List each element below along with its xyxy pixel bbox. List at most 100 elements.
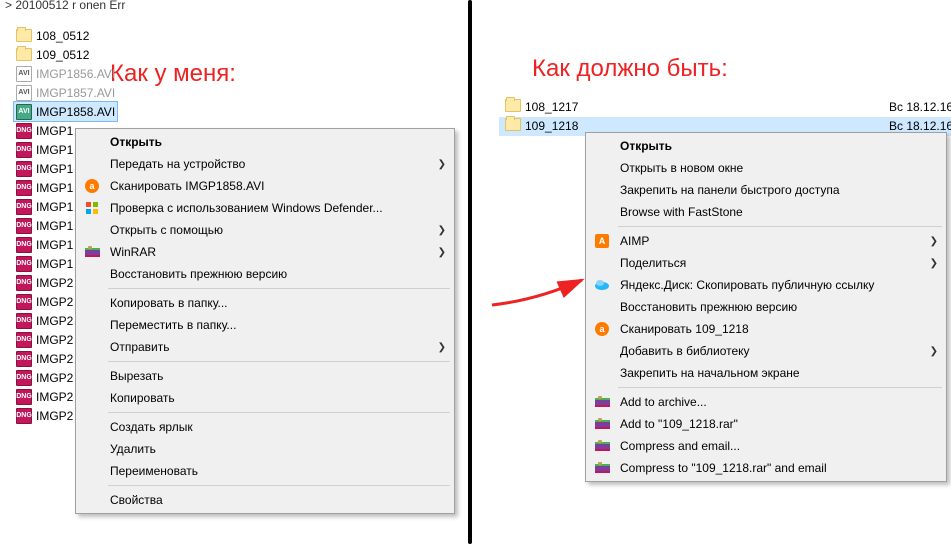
submenu-arrow-icon: ❯ (438, 342, 446, 353)
menu-item[interactable]: Проверка с использованием Windows Defend… (78, 197, 452, 219)
menu-item[interactable]: Открыть (588, 135, 944, 157)
blank-icon (592, 255, 612, 271)
folder-icon (505, 118, 521, 131)
file-name: IMGP1 (36, 257, 73, 271)
menu-item-label: Передать на устройство (110, 157, 438, 171)
folder-icon (505, 99, 521, 112)
menu-item[interactable]: Создать ярлык (78, 416, 452, 438)
menu-item[interactable]: Закрепить на начальном экране (588, 362, 944, 384)
menu-item[interactable]: Переименовать (78, 460, 452, 482)
file-name: IMGP2 (36, 314, 73, 328)
menu-item[interactable]: Add to "109_1218.rar" (588, 413, 944, 435)
file-name: IMGP1857.AVI (36, 86, 115, 100)
menu-item[interactable]: Add to archive... (588, 391, 944, 413)
menu-item[interactable]: Переместить в папку... (78, 314, 452, 336)
menu-item[interactable]: Compress and email... (588, 435, 944, 457)
menu-item-label: Compress and email... (620, 439, 938, 453)
menu-item-label: Копировать (110, 391, 446, 405)
panel-divider (468, 0, 472, 544)
menu-item[interactable]: Открыть в новом окне (588, 157, 944, 179)
menu-separator (618, 226, 942, 227)
submenu-arrow-icon: ❯ (930, 258, 938, 269)
menu-item-label: Отправить (110, 340, 438, 354)
menu-item[interactable]: Копировать (78, 387, 452, 409)
menu-separator (618, 387, 942, 388)
menu-item-label: Открыть (620, 139, 938, 153)
menu-item[interactable]: Закрепить на панели быстрого доступа (588, 179, 944, 201)
avast-icon: a (592, 321, 612, 337)
file-name: IMGP1858.AVI (36, 105, 115, 119)
menu-item[interactable]: aСканировать IMGP1858.AVI (78, 175, 452, 197)
dng-icon: DNG (16, 389, 32, 405)
context-menu-left[interactable]: ОткрытьПередать на устройство❯aСканирова… (75, 128, 455, 514)
file-row[interactable]: AVIIMGP1856.AVI (14, 64, 117, 83)
menu-item[interactable]: Свойства (78, 489, 452, 511)
dng-icon: DNG (16, 275, 32, 291)
menu-separator (108, 288, 450, 289)
file-date: Вс 18.12.16 14:56 (889, 100, 951, 114)
blank-icon (82, 317, 102, 333)
file-row[interactable]: 108_0512 (14, 26, 117, 45)
menu-item[interactable]: WinRAR❯ (78, 241, 452, 263)
menu-item-label: Закрепить на панели быстрого доступа (620, 183, 938, 197)
menu-item[interactable]: Вырезать (78, 365, 452, 387)
menu-item-label: Проверка с использованием Windows Defend… (110, 201, 446, 215)
file-row[interactable]: 108_1217Вс 18.12.16 14:56Папка с фаі (499, 98, 951, 117)
menu-item-label: Свойства (110, 493, 446, 507)
menu-item[interactable]: Отправить❯ (78, 336, 452, 358)
file-name: 109_0512 (36, 48, 89, 62)
menu-item-label: Add to "109_1218.rar" (620, 417, 938, 431)
menu-item-label: Открыть с помощью (110, 223, 438, 237)
menu-item-label: Восстановить прежнюю версию (110, 267, 446, 281)
menu-item-label: Compress to "109_1218.rar" and email (620, 461, 938, 475)
blank-icon (592, 160, 612, 176)
file-row[interactable]: 109_0512 (14, 45, 117, 64)
dng-icon: DNG (16, 199, 32, 215)
caption-right: Как должно быть: (532, 55, 728, 83)
blank-icon (82, 266, 102, 282)
menu-item-label: Яндекс.Диск: Скопировать публичную ссылк… (620, 278, 938, 292)
menu-item-label: WinRAR (110, 245, 438, 259)
menu-item[interactable]: AAIMP❯ (588, 230, 944, 252)
blank-icon (82, 390, 102, 406)
file-name: IMGP2 (36, 295, 73, 309)
menu-item[interactable]: Добавить в библиотеку❯ (588, 340, 944, 362)
blank-icon (82, 222, 102, 238)
dng-icon: DNG (16, 332, 32, 348)
right-panel: Как должно быть: 108_1217 Вс 18.12.16 14:… (477, 0, 951, 544)
menu-item-label: AIMP (620, 234, 930, 248)
menu-item[interactable]: Compress to "109_1218.rar" and email (588, 457, 944, 479)
yandex-disk-icon (592, 277, 612, 293)
menu-item[interactable]: Передать на устройство❯ (78, 153, 452, 175)
menu-item[interactable]: a Сканировать 109_1218 (588, 318, 944, 340)
file-name: IMGP1 (36, 219, 73, 233)
dng-icon: DNG (16, 408, 32, 424)
blank-icon (592, 365, 612, 381)
breadcrumb: > 20100512 r onen Err (5, 0, 125, 12)
menu-item[interactable]: Восстановить прежнюю версию (588, 296, 944, 318)
file-date: Вс 18.12.16 14:56 (889, 119, 951, 133)
file-name: IMGP1856.AVI (36, 67, 115, 81)
context-menu-right[interactable]: Открыть Открыть в новом окне Закрепить на … (585, 132, 947, 482)
menu-item-label: Сканировать 109_1218 (620, 322, 938, 336)
menu-item[interactable]: Открыть (78, 131, 452, 153)
file-row[interactable]: AVIIMGP1858.AVI (14, 102, 117, 121)
blank-icon (82, 339, 102, 355)
menu-item[interactable]: Открыть с помощью❯ (78, 219, 452, 241)
submenu-arrow-icon: ❯ (438, 247, 446, 258)
menu-item-label: Add to archive... (620, 395, 938, 409)
dng-icon: DNG (16, 256, 32, 272)
menu-item[interactable]: Копировать в папку... (78, 292, 452, 314)
menu-item[interactable]: Восстановить прежнюю версию (78, 263, 452, 285)
menu-item[interactable]: Поделиться❯ (588, 252, 944, 274)
file-row[interactable]: AVIIMGP1857.AVI (14, 83, 117, 102)
winrar-icon (592, 460, 612, 476)
dng-icon: DNG (16, 161, 32, 177)
file-name: 108_1217 (525, 100, 578, 114)
dng-icon: DNG (16, 351, 32, 367)
menu-item-label: Переименовать (110, 464, 446, 478)
menu-item[interactable]: Яндекс.Диск: Скопировать публичную ссылк… (588, 274, 944, 296)
menu-item[interactable]: Browse with FastStone (588, 201, 944, 223)
folder-icon (16, 29, 32, 42)
menu-item[interactable]: Удалить (78, 438, 452, 460)
